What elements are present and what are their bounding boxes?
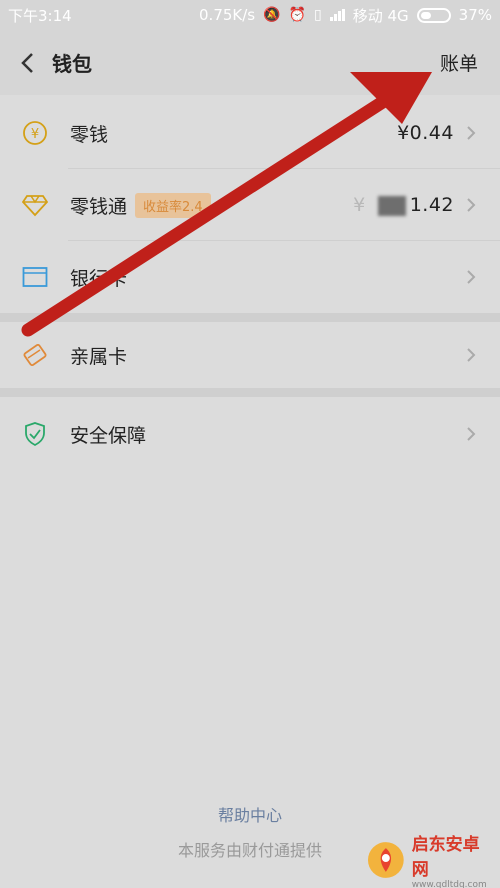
item-label: 零钱通 (70, 195, 128, 218)
chevron-right-icon (466, 425, 478, 443)
change-plus-balance: ¥1.42 (353, 194, 454, 216)
back-button[interactable] (6, 41, 50, 85)
list-item-family-card[interactable]: 亲属卡 (0, 322, 500, 388)
chevron-right-icon (466, 346, 478, 364)
alarm-icon: ⏰ (288, 7, 306, 23)
change-balance: ¥0.44 (397, 122, 454, 144)
item-label: 亲属卡 (70, 345, 128, 368)
watermark-url: www.qdltdq.com (411, 880, 487, 888)
security-group: 安全保障 (0, 397, 500, 471)
chevron-right-icon (466, 196, 478, 214)
item-label: 零钱 (70, 123, 109, 146)
help-center-link[interactable]: 帮助中心 (0, 802, 500, 826)
chevron-right-icon (466, 124, 478, 142)
status-right: 0.75K/s 🔕 ⏰ ▯ 移动 4G 37% (199, 5, 492, 26)
family-group: 亲属卡 (0, 322, 500, 388)
balance-suffix: 1.42 (409, 194, 454, 216)
item-label: 银行卡 (70, 267, 128, 290)
section-separator (0, 313, 500, 322)
item-label: 安全保障 (70, 424, 147, 447)
list-item-bank-card[interactable]: 银行卡 (0, 241, 500, 313)
yen-coin-icon: ¥ (22, 120, 48, 146)
list-item-change-plus[interactable]: 零钱通 收益率2.4 ¥1.42 (0, 169, 500, 241)
mute-icon: 🔕 (263, 7, 281, 23)
yield-badge: 收益率2.4 (135, 192, 211, 218)
signal-icon (329, 9, 345, 21)
status-bar: 下午3:14 0.75K/s 🔕 ⏰ ▯ 移动 4G 37% (0, 0, 500, 30)
page-title: 钱包 (52, 52, 92, 76)
list-item-security[interactable]: 安全保障 (0, 397, 500, 471)
carrier-label: 移动 4G (352, 6, 409, 25)
watermark-logo-icon (367, 842, 404, 878)
diamond-icon (22, 192, 48, 218)
network-speed: 0.75K/s (199, 6, 256, 24)
list-item-change[interactable]: ¥ 零钱 ¥0.44 (0, 97, 500, 169)
battery-percent: 37% (458, 6, 492, 24)
family-card-icon (22, 342, 48, 368)
status-time: 下午3:14 (8, 6, 72, 25)
header-bar: 钱包 账单 (0, 30, 500, 95)
watermark-title: 启东安卓网 (411, 835, 480, 880)
battery-icon (416, 7, 451, 23)
back-arrow-icon (21, 52, 33, 73)
bank-card-icon (22, 264, 48, 290)
section-separator (0, 388, 500, 397)
chevron-right-icon (466, 268, 478, 286)
svg-text:¥: ¥ (31, 127, 39, 142)
vibrate-icon: ▯ (314, 7, 322, 23)
currency-symbol: ¥ (353, 194, 366, 216)
watermark-text: 启东安卓网 www.qdltdq.com (412, 830, 496, 888)
shield-check-icon (22, 421, 48, 447)
wallet-group: ¥ 零钱 ¥0.44 零钱通 收益率2.4 ¥1.42 银行卡 (0, 97, 500, 313)
blurred-value (377, 195, 406, 216)
site-watermark: 启东安卓网 www.qdltdq.com (366, 835, 496, 888)
bill-button[interactable]: 账单 (440, 49, 478, 76)
